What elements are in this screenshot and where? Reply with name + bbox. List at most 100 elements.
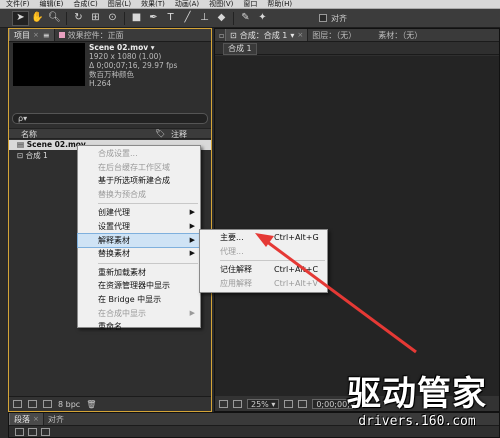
trash-icon[interactable]: 🗑︎ xyxy=(86,400,96,409)
project-panel-tabs: 项目 × ≡ 效果控件：正面 xyxy=(9,29,211,42)
new-composition-icon[interactable] xyxy=(43,400,52,408)
menu-bar: 文件(F) 编辑(E) 合成(C) 图层(L) 效果(T) 动画(A) 视图(V) 窗口 帮助(… xyxy=(0,0,500,9)
tab-project[interactable]: 项目 × ≡ xyxy=(9,29,55,41)
tab-composition[interactable]: ⊡ 合成：合成 1 ▾ × xyxy=(225,29,309,41)
composition-icon: ⊡ xyxy=(17,151,26,160)
context-menu-item[interactable]: 在合成中显示 ▶ xyxy=(78,307,200,321)
region-icon[interactable] xyxy=(233,399,242,408)
context-menu-item[interactable]: 在资源管理器中显示 xyxy=(78,279,200,293)
brush-tool-icon[interactable]: ╱ xyxy=(179,11,196,26)
panel-menu-icon[interactable]: ≡ xyxy=(43,31,50,40)
layer-color-icon xyxy=(58,32,65,38)
align-center-icon[interactable] xyxy=(28,428,37,436)
menu-separator xyxy=(98,203,198,205)
composition-viewer[interactable] xyxy=(215,56,499,396)
context-menu-item[interactable]: 在 Bridge 中显示 xyxy=(78,293,200,307)
menu-item[interactable]: 合成(C) xyxy=(73,0,97,8)
submenu-item[interactable]: 代理... xyxy=(200,245,327,259)
context-menu-item[interactable]: 基于所选项新建合成 xyxy=(78,174,200,188)
context-menu-item[interactable]: 重新加载素材 xyxy=(78,266,200,280)
pen-tool-icon[interactable]: ✒ xyxy=(145,11,162,26)
new-folder-icon[interactable] xyxy=(28,400,37,408)
menu-item[interactable]: 文件(F) xyxy=(6,0,30,8)
dropdown-icon[interactable]: ▾ xyxy=(290,31,294,40)
grid-icon[interactable] xyxy=(284,399,294,408)
menu-item[interactable]: 帮助(H) xyxy=(267,0,292,8)
menu-separator xyxy=(220,260,325,262)
submenu-item-label: 代理... xyxy=(220,246,244,256)
column-name[interactable]: 名称 xyxy=(21,129,37,140)
context-menu-item[interactable]: 解释素材 ▶ xyxy=(77,232,201,249)
menu-item[interactable]: 效果(T) xyxy=(141,0,165,8)
tab-align[interactable]: 对齐 xyxy=(44,413,68,425)
menu-separator xyxy=(98,262,198,264)
tab-comp-label: 合成：合成 1 xyxy=(239,30,288,40)
tab-paragraph-label: 段落 xyxy=(14,414,30,424)
watermark-title: 驱动管家 xyxy=(347,374,487,414)
close-icon[interactable]: × xyxy=(297,31,303,39)
footage-filename: Scene 02.mov ▾ xyxy=(89,43,155,52)
submenu-item-label: 主要... xyxy=(220,233,244,242)
context-menu-item[interactable]: 在后台缓存工作区域 xyxy=(78,161,200,175)
context-menu-item[interactable]: 创建代理 ▶ xyxy=(78,206,200,220)
menu-item[interactable]: 窗口 xyxy=(243,0,257,8)
interpret-footage-icon[interactable] xyxy=(13,400,22,408)
type-tool-icon[interactable]: T xyxy=(162,11,179,26)
column-comment[interactable]: 注释 xyxy=(171,129,187,140)
toolbar-divider xyxy=(66,11,67,25)
menu-item[interactable]: 视图(V) xyxy=(209,0,233,8)
tab-layer-label: 图层：（无） xyxy=(312,30,357,40)
close-icon[interactable]: × xyxy=(33,31,39,39)
project-search-input[interactable]: ρ▾ xyxy=(12,113,208,124)
submenu-item[interactable]: 应用解释 Ctrl+Alt+V xyxy=(200,277,327,291)
submenu-item-label: 应用解释 xyxy=(220,278,252,288)
context-menu-item-label: 在合成中显示 xyxy=(98,308,146,318)
context-menu-item[interactable]: 替换素材 ▶ xyxy=(78,247,200,261)
selection-tool-icon[interactable]: ➤ xyxy=(12,10,29,26)
context-menu-item[interactable]: 合成设置... xyxy=(78,147,200,161)
composition-icon: ⊡ xyxy=(230,30,237,40)
comp-breadcrumb: 合成 1 xyxy=(215,43,499,55)
eraser-tool-icon[interactable]: ◆ xyxy=(213,11,230,26)
context-menu-item-label: 重新加载素材 xyxy=(98,267,146,277)
mask-icon[interactable] xyxy=(298,399,308,408)
bpc-label[interactable]: 8 bpc xyxy=(58,400,80,409)
pan-behind-tool-icon[interactable]: ⊙ xyxy=(104,11,121,26)
tab-effect-controls[interactable]: 效果控件：正面 xyxy=(55,29,128,41)
tab-paragraph[interactable]: 段落 × xyxy=(9,413,44,425)
context-menu-item[interactable]: 替换为预合成 xyxy=(78,188,200,202)
align-checkbox[interactable] xyxy=(319,14,327,22)
zoom-dropdown[interactable]: 25% ▾ xyxy=(247,398,280,409)
menu-item[interactable]: 动画(A) xyxy=(175,0,199,8)
zoom-value: 25% xyxy=(251,399,269,409)
context-menu-item-label: 在资源管理器中显示 xyxy=(98,281,170,291)
tab-align-label: 对齐 xyxy=(47,414,64,424)
menu-item[interactable]: 编辑(E) xyxy=(40,0,64,8)
submenu-arrow-icon: ▶ xyxy=(189,249,195,258)
comp-name-button[interactable]: 合成 1 xyxy=(223,43,257,55)
always-preview-icon[interactable] xyxy=(219,399,228,408)
context-menu-item[interactable]: 重命名 xyxy=(78,320,200,334)
clone-stamp-tool-icon[interactable]: ⊥ xyxy=(196,11,213,26)
align-right-icon[interactable] xyxy=(41,428,50,436)
hand-tool-icon[interactable]: ✋ xyxy=(29,11,46,26)
zoom-tool-icon[interactable]: 🔍︎ xyxy=(46,11,63,26)
tools-toolbar: ➤ ✋ 🔍︎ ↻ ⊞ ⊙ ■ ✒ T ╱ ⊥ ◆ ✎ ✦ 对齐 xyxy=(0,9,500,28)
tab-footage[interactable]: 素材：（无） xyxy=(374,29,426,41)
submenu-item[interactable]: 主要... Ctrl+Alt+G xyxy=(200,231,327,245)
context-menu-item[interactable]: 设置代理 ▶ xyxy=(78,220,200,234)
close-icon[interactable]: × xyxy=(33,415,39,423)
footage-thumbnail xyxy=(13,43,85,86)
project-panel-footer: 8 bpc 🗑︎ xyxy=(9,396,211,411)
context-menu-item-label: 解释素材 xyxy=(98,235,130,245)
submenu-item[interactable]: 记住解释 Ctrl+Alt+C xyxy=(200,263,327,277)
align-left-icon[interactable] xyxy=(15,428,24,436)
rotate-tool-icon[interactable]: ↻ xyxy=(70,11,87,26)
camera-tool-icon[interactable]: ⊞ xyxy=(87,11,104,26)
tab-layer[interactable]: 图层：（无） xyxy=(308,29,360,41)
menu-item[interactable]: 图层(L) xyxy=(108,0,131,8)
roto-brush-tool-icon[interactable]: ✎ xyxy=(237,11,254,26)
lock-icon[interactable]: ▫ xyxy=(215,29,225,41)
rectangle-tool-icon[interactable]: ■ xyxy=(128,11,145,26)
puppet-pin-tool-icon[interactable]: ✦ xyxy=(254,11,271,26)
